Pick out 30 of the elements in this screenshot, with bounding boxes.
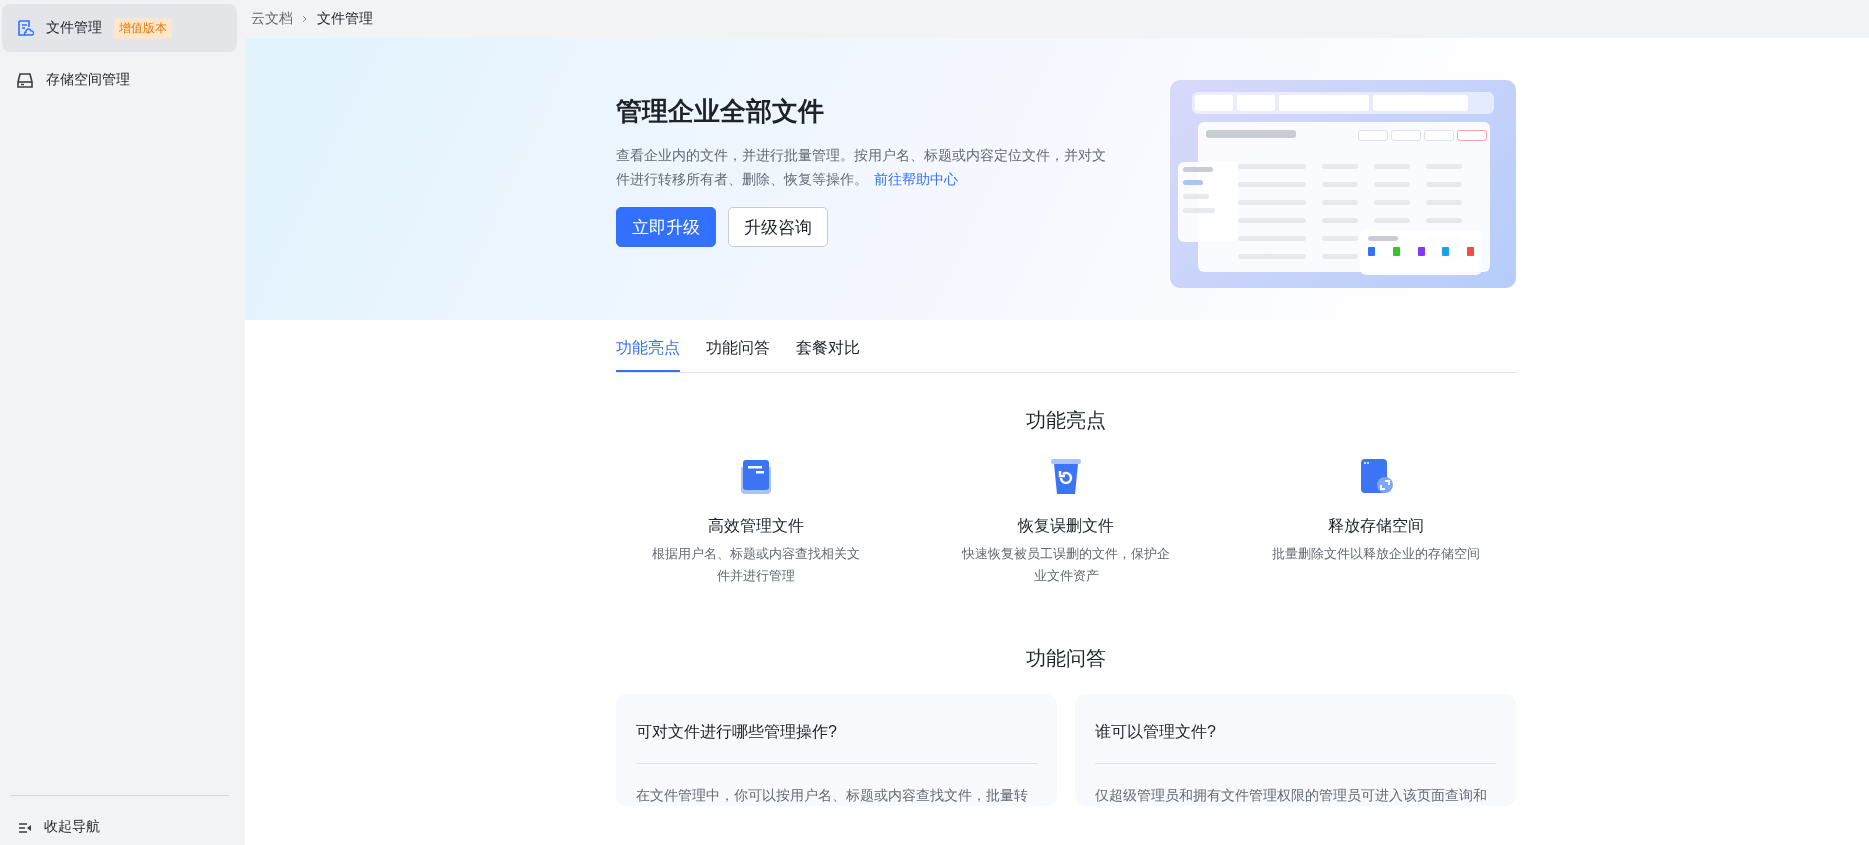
document-cloud-icon xyxy=(16,19,34,37)
edition-badge: 增值版本 xyxy=(114,17,172,39)
feature-title: 释放存储空间 xyxy=(1328,516,1424,536)
feature-title: 高效管理文件 xyxy=(708,516,804,536)
chevron-right-icon xyxy=(301,15,309,23)
collapse-icon xyxy=(18,822,32,834)
faq-question: 谁可以管理文件? xyxy=(1095,722,1496,764)
collapse-nav-button[interactable]: 收起导航 xyxy=(10,795,229,845)
faq-question: 可对文件进行哪些管理操作? xyxy=(636,722,1037,764)
help-center-link[interactable]: 前往帮助中心 xyxy=(874,171,958,187)
section-title: 功能问答 xyxy=(1025,646,1107,671)
feature-description: 根据用户名、标题或内容查找相关文件并进行管理 xyxy=(651,545,861,585)
hero-description: 查看企业内的文件，并进行批量管理。按用户名、标题或内容定位文件，并对文件进行转移所有者、删除、恢复等操作。 前往帮助中心 xyxy=(616,146,1106,189)
tab[interactable]: 功能问答 xyxy=(706,324,770,372)
faq-answer: 在文件管理中，你可以按用户名、标题或内容查找文件，批量转 xyxy=(636,786,1029,805)
faq-answer: 仅超级管理员和拥有文件管理权限的管理员可进入该页面查询和 xyxy=(1095,786,1488,805)
feature-description: 快速恢复被员工误删的文件，保护企业文件资产 xyxy=(961,545,1171,585)
sidebar-item[interactable]: 存储空间管理 xyxy=(2,56,237,104)
upgrade-button[interactable]: 立即升级 xyxy=(616,207,716,247)
consult-button[interactable]: 升级咨询 xyxy=(728,207,828,247)
tab[interactable]: 套餐对比 xyxy=(796,324,860,372)
feature-description: 批量删除文件以释放企业的存储空间 xyxy=(1272,545,1480,563)
breadcrumb-item: 文件管理 xyxy=(317,10,373,28)
tab[interactable]: 功能亮点 xyxy=(616,324,680,372)
breadcrumb-item[interactable]: 云文档 xyxy=(251,10,293,28)
hero-title: 管理企业全部文件 xyxy=(616,95,825,128)
hard-drive-icon xyxy=(16,71,34,89)
feature-title: 恢复误删文件 xyxy=(1018,516,1114,536)
section-title: 功能亮点 xyxy=(1025,408,1107,433)
sidebar-item[interactable]: 文件管理 增值版本 xyxy=(2,4,237,52)
